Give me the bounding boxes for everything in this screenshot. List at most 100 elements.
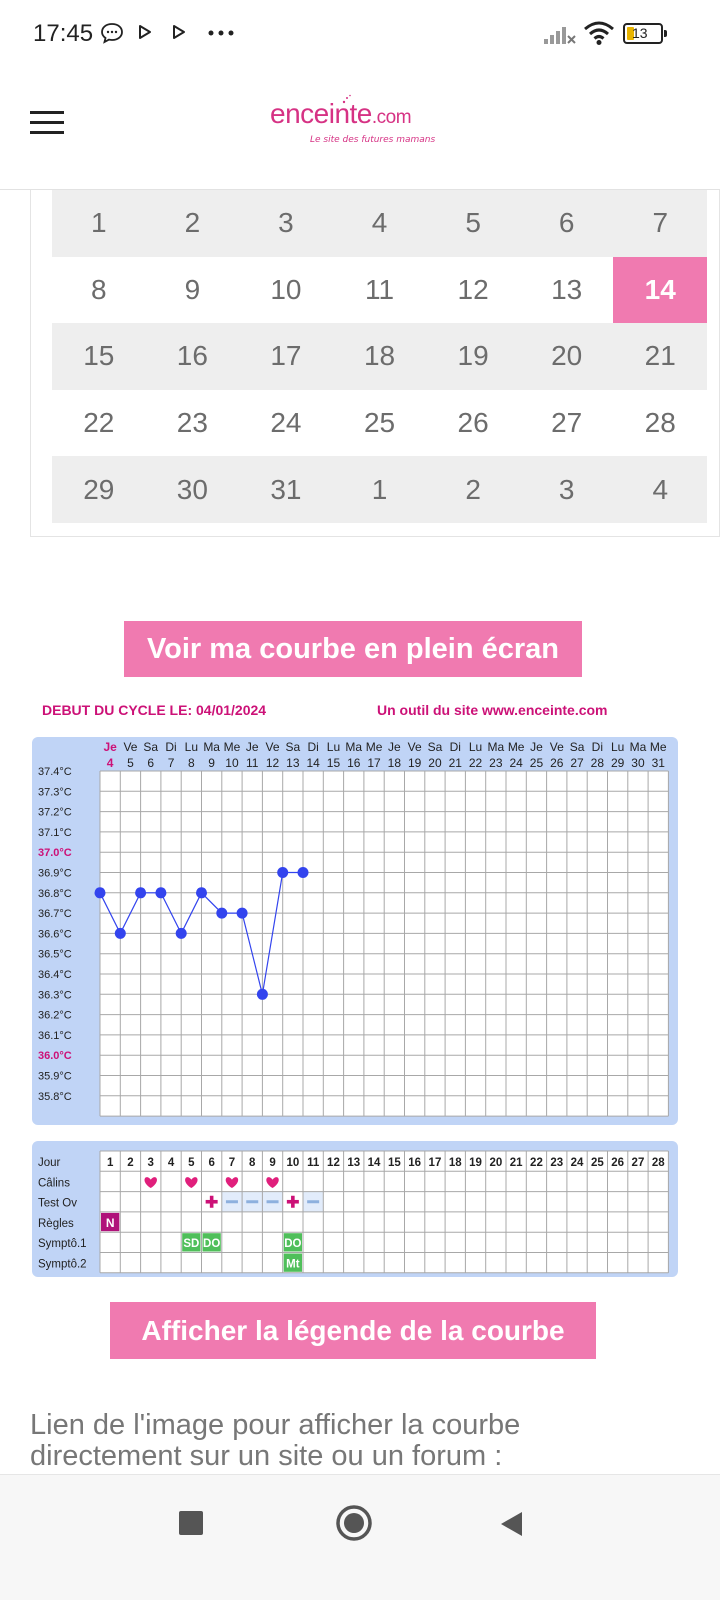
x-tick-weekday: Ve [123, 740, 137, 754]
table-day-number: 2 [127, 1157, 133, 1169]
temperature-point [216, 907, 228, 919]
x-tick-day: 15 [327, 756, 341, 770]
y-tick-label: 36.1°C [38, 1030, 72, 1042]
calendar-day[interactable]: 4 [333, 190, 427, 257]
y-tick-label: 35.9°C [38, 1071, 72, 1083]
calendar-day[interactable]: 11 [333, 257, 427, 324]
back-icon[interactable] [498, 1510, 524, 1538]
calendar-day[interactable]: 9 [146, 257, 240, 324]
x-tick-day: 23 [489, 756, 503, 770]
calendar-day[interactable]: 17 [239, 323, 333, 390]
calendar-day-today[interactable]: 14 [613, 256, 708, 324]
calendar-day[interactable]: 13 [520, 257, 614, 324]
x-tick-weekday: Sa [428, 740, 443, 754]
x-tick-day: 30 [631, 756, 645, 770]
x-tick-day: 14 [306, 756, 320, 770]
x-tick-day: 16 [347, 756, 361, 770]
x-tick-day: 27 [570, 756, 584, 770]
calendar-day[interactable]: 22 [52, 390, 146, 457]
x-tick-weekday: Di [165, 740, 176, 754]
x-tick-day: 25 [530, 756, 544, 770]
symptom-label: Mt [286, 1259, 300, 1271]
calendar-day[interactable]: 21 [613, 323, 707, 390]
calendar-day[interactable]: 30 [146, 456, 240, 523]
play-icon [139, 25, 151, 39]
calendar-day[interactable]: 2 [426, 456, 520, 523]
x-tick-day: 31 [652, 756, 666, 770]
calendar-day[interactable]: 2 [146, 190, 240, 257]
table-day-number: 25 [591, 1157, 604, 1169]
table-day-number: 9 [269, 1157, 275, 1169]
home-icon[interactable] [335, 1504, 373, 1542]
signal-icon [544, 27, 576, 44]
table-day-number: 14 [368, 1157, 381, 1169]
table-row-label: Jour [38, 1157, 61, 1169]
calendar-day[interactable]: 20 [520, 323, 614, 390]
calendar-day[interactable]: 28 [613, 390, 707, 457]
fullscreen-chart-button[interactable]: Voir ma courbe en plein écran [124, 621, 582, 677]
calendar-day[interactable]: 24 [239, 390, 333, 457]
observation-table: Jour Câlins Test Ov Règles Symptô.1 Symptô.2 1… [38, 1150, 669, 1274]
calendar-day[interactable]: 31 [239, 456, 333, 523]
x-tick-day: 19 [408, 756, 422, 770]
x-tick-weekday: Ve [266, 740, 280, 754]
y-tick-label: 37.2°C [38, 807, 72, 819]
test-negative-mark [225, 1200, 238, 1204]
calendar-day[interactable]: 12 [426, 257, 520, 324]
temperature-point [256, 988, 268, 1000]
site-logo[interactable]: enceinte.com Le site des futures mamans [270, 94, 470, 158]
calendar-day[interactable]: 5 [426, 190, 520, 257]
table-row-label: Câlins [38, 1177, 70, 1189]
recent-apps-icon[interactable] [179, 1511, 203, 1535]
hamburger-menu-icon[interactable] [30, 111, 64, 135]
calendar-day[interactable]: 4 [613, 456, 707, 523]
more-dots-icon [208, 30, 234, 36]
x-tick-weekday: Lu [611, 740, 624, 754]
calendar-day[interactable]: 3 [520, 456, 614, 523]
calendar-day[interactable]: 8 [52, 257, 146, 324]
table-row-label: Règles [38, 1218, 74, 1230]
y-tick-label: 36.7°C [38, 908, 72, 920]
calendar-day[interactable]: 18 [333, 323, 427, 390]
calendar-day[interactable]: 1 [333, 456, 427, 523]
x-tick-weekday: Lu [327, 740, 340, 754]
calendar-day[interactable]: 29 [52, 456, 146, 523]
table-day-number: 20 [489, 1157, 502, 1169]
calendar-day[interactable]: 6 [520, 190, 614, 257]
test-positive-mark [291, 1195, 295, 1208]
calendar-day[interactable]: 16 [146, 323, 240, 390]
table-day-number: 5 [188, 1157, 195, 1169]
x-tick-weekday: Ma [488, 740, 505, 754]
calendar-day[interactable]: 25 [333, 390, 427, 457]
x-tick-weekday: Me [508, 740, 525, 754]
calendar-day[interactable]: 26 [426, 390, 520, 457]
calendar-day[interactable]: 23 [146, 390, 240, 457]
x-tick-weekday: Ma [345, 740, 362, 754]
x-tick-day: 20 [428, 756, 442, 770]
y-tick-label: 36.2°C [38, 1010, 72, 1022]
calendar-day[interactable]: 7 [613, 190, 707, 257]
x-tick-weekday: Sa [570, 740, 585, 754]
test-negative-mark [307, 1200, 320, 1204]
y-tick-label: 36.8°C [38, 888, 72, 900]
y-tick-label: 37.3°C [38, 786, 72, 798]
calendar-day[interactable]: 19 [426, 323, 520, 390]
calendar-day[interactable]: 3 [239, 190, 333, 257]
site-credit-label: Un outil du site www.enceinte.com [377, 702, 608, 718]
logo-text: enceinte.com [270, 98, 412, 129]
calendar-day[interactable]: 27 [520, 390, 614, 457]
table-day-number: 16 [408, 1157, 421, 1169]
x-tick-day: 22 [469, 756, 483, 770]
show-legend-button[interactable]: Afficher la légende de la courbe [110, 1302, 596, 1359]
calendar-day[interactable]: 1 [52, 190, 146, 257]
table-day-number: 17 [429, 1157, 442, 1169]
temperature-point [94, 887, 106, 899]
temperature-point [297, 867, 309, 878]
calendar-week-row: 15 16 17 18 19 20 21 [52, 323, 707, 390]
x-tick-day: 9 [208, 756, 215, 770]
calendar-day[interactable]: 10 [239, 257, 333, 324]
x-tick-day: 4 [107, 756, 114, 770]
status-time: 17:45 [33, 20, 94, 47]
calendar-day[interactable]: 15 [52, 323, 146, 390]
system-nav-bar [0, 1474, 720, 1600]
